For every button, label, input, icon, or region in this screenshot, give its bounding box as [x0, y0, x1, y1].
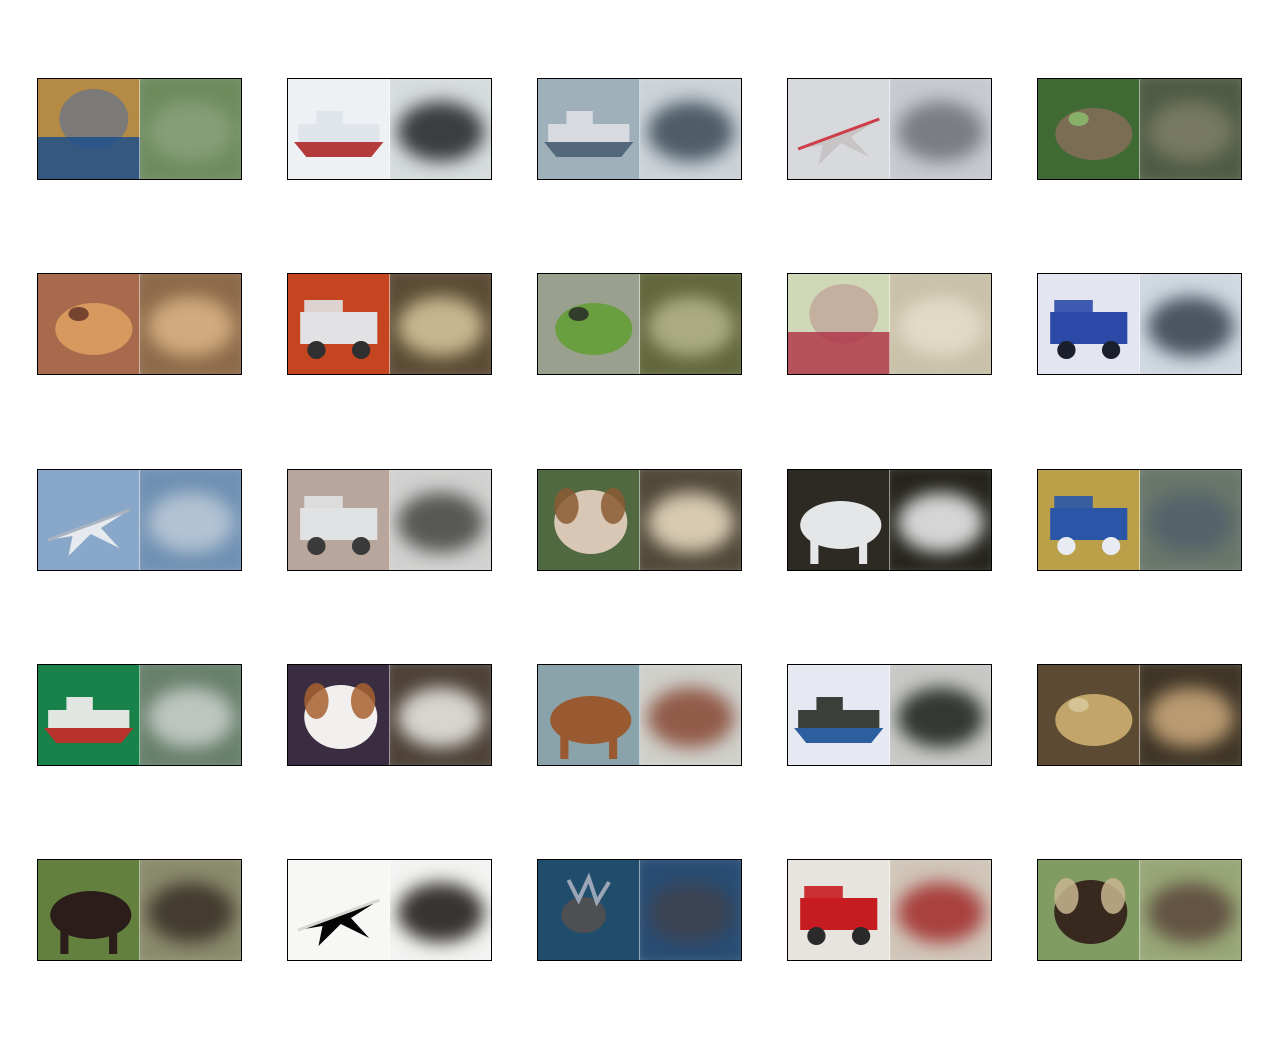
reconstructed-image	[889, 470, 991, 570]
reconstructed-image	[1139, 665, 1241, 765]
reconstructed-image	[639, 274, 741, 374]
reconstructed-image	[1139, 79, 1241, 179]
original-image	[788, 665, 890, 765]
image-grid	[0, 0, 1280, 1040]
reconstructed-image	[139, 860, 241, 960]
image-pair-panel	[1037, 469, 1242, 571]
image-pair-panel	[537, 78, 742, 180]
reconstructed-image	[1139, 470, 1241, 570]
image-pair-panel	[537, 273, 742, 375]
original-image	[538, 665, 640, 765]
original-image	[1038, 274, 1140, 374]
image-pair-panel	[787, 664, 992, 766]
original-image	[788, 274, 890, 374]
image-pair-panel	[37, 859, 242, 961]
image-pair-panel	[287, 859, 492, 961]
image-pair-panel	[287, 664, 492, 766]
original-image	[788, 470, 890, 570]
image-pair-panel	[1037, 859, 1242, 961]
original-image	[38, 665, 140, 765]
original-image	[38, 79, 140, 179]
original-image	[288, 470, 390, 570]
original-image	[38, 274, 140, 374]
reconstructed-image	[639, 470, 741, 570]
reconstructed-image	[1139, 274, 1241, 374]
original-image	[288, 665, 390, 765]
original-image	[1038, 860, 1140, 960]
reconstructed-image	[889, 860, 991, 960]
image-pair-panel	[787, 469, 992, 571]
reconstructed-image	[389, 860, 491, 960]
image-pair-panel	[287, 273, 492, 375]
original-image	[538, 274, 640, 374]
image-pair-panel	[787, 859, 992, 961]
reconstructed-image	[639, 79, 741, 179]
image-pair-panel	[37, 273, 242, 375]
original-image	[1038, 79, 1140, 179]
image-pair-panel	[537, 469, 742, 571]
original-image	[288, 860, 390, 960]
reconstructed-image	[139, 79, 241, 179]
image-pair-panel	[37, 469, 242, 571]
image-pair-panel	[1037, 273, 1242, 375]
reconstructed-image	[139, 470, 241, 570]
reconstructed-image	[639, 665, 741, 765]
image-pair-panel	[287, 78, 492, 180]
image-pair-panel	[1037, 78, 1242, 180]
image-pair-panel	[787, 78, 992, 180]
reconstructed-image	[1139, 860, 1241, 960]
original-image	[538, 470, 640, 570]
original-image	[1038, 665, 1140, 765]
reconstructed-image	[389, 665, 491, 765]
image-pair-panel	[37, 664, 242, 766]
image-pair-panel	[37, 78, 242, 180]
reconstructed-image	[139, 665, 241, 765]
image-pair-panel	[537, 664, 742, 766]
reconstructed-image	[889, 274, 991, 374]
reconstructed-image	[389, 274, 491, 374]
original-image	[788, 860, 890, 960]
reconstructed-image	[139, 274, 241, 374]
reconstructed-image	[639, 860, 741, 960]
image-pair-panel	[537, 859, 742, 961]
reconstructed-image	[389, 79, 491, 179]
original-image	[288, 79, 390, 179]
original-image	[538, 79, 640, 179]
reconstructed-image	[889, 665, 991, 765]
image-pair-panel	[287, 469, 492, 571]
original-image	[538, 860, 640, 960]
reconstructed-image	[889, 79, 991, 179]
reconstructed-image	[389, 470, 491, 570]
original-image	[1038, 470, 1140, 570]
original-image	[38, 470, 140, 570]
original-image	[788, 79, 890, 179]
original-image	[38, 860, 140, 960]
image-pair-panel	[787, 273, 992, 375]
original-image	[288, 274, 390, 374]
image-pair-panel	[1037, 664, 1242, 766]
